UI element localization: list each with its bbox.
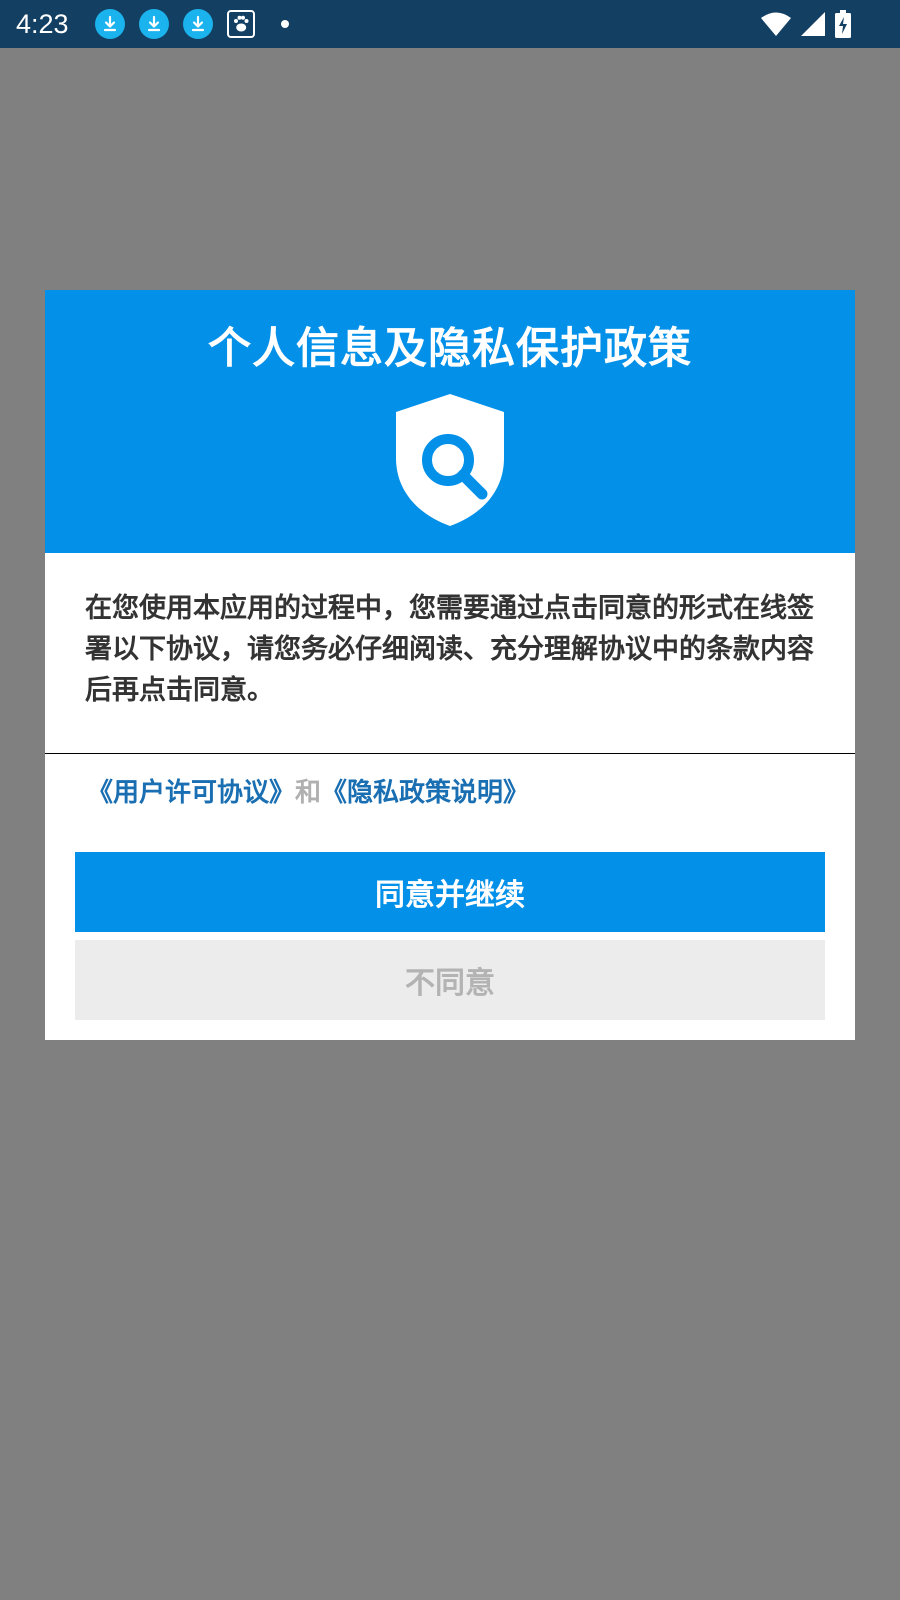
notification-icons: [81, 9, 289, 39]
download-icon: [182, 9, 213, 39]
status-bar: 4:23: [0, 0, 900, 48]
cell-signal-icon: [801, 12, 825, 36]
disagree-button[interactable]: 不同意: [75, 940, 825, 1020]
battery-charging-icon: [835, 10, 851, 38]
links-separator: 和: [295, 778, 322, 808]
baidu-paw-icon: [226, 10, 255, 38]
privacy-policy-link[interactable]: 《隐私政策说明》: [321, 778, 529, 808]
download-icon: [94, 9, 125, 39]
download-icon: [138, 9, 169, 39]
system-icons: [752, 0, 852, 48]
dialog-header: 个人信息及隐私保护政策: [45, 290, 855, 553]
shield-search-icon: [396, 394, 504, 526]
more-notifications-icon: [280, 20, 289, 28]
privacy-dialog: 个人信息及隐私保护政策 在您使用本应用的过程中，您需要通过点击同意的形式在线签署…: [45, 290, 855, 1040]
dialog-title: 个人信息及隐私保护政策: [208, 324, 692, 374]
status-time: 4:23: [16, 8, 69, 39]
wifi-icon: [761, 12, 791, 36]
agreement-links: 《用户许可协议》和《隐私政策说明》: [87, 772, 529, 809]
agree-continue-button[interactable]: 同意并继续: [75, 852, 825, 932]
divider: [45, 753, 855, 754]
user-agreement-link[interactable]: 《用户许可协议》: [87, 778, 295, 808]
dialog-message: 在您使用本应用的过程中，您需要通过点击同意的形式在线签署以下协议，请您务必仔细阅…: [85, 593, 814, 706]
